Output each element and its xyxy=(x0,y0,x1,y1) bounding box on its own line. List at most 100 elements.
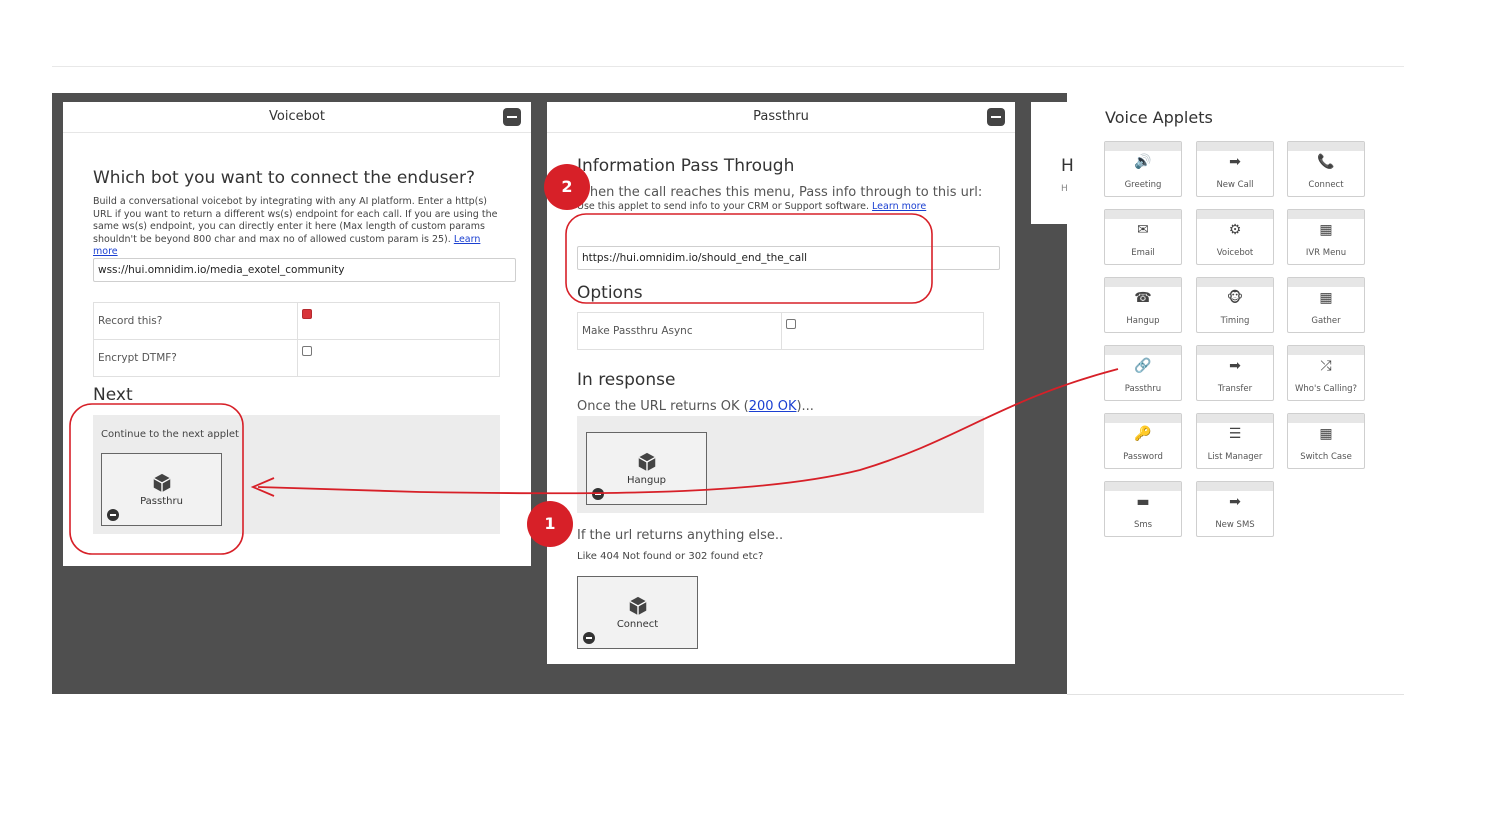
applet-label: IVR Menu xyxy=(1305,248,1347,258)
applet-label: Hangup xyxy=(1126,316,1160,326)
option-cell xyxy=(297,339,500,377)
ok-dropzone[interactable]: Hangup xyxy=(577,416,984,513)
applet-label: Email xyxy=(1131,248,1155,258)
panel-title: Voicebot xyxy=(269,109,325,124)
passthru-options-table: Make Passthru Async xyxy=(577,312,984,350)
minimize-icon[interactable] xyxy=(503,108,521,126)
next-dropzone[interactable]: Continue to the next applet Passthru xyxy=(93,415,500,534)
tile-strip xyxy=(1105,278,1181,287)
applet-label: New SMS xyxy=(1215,520,1255,530)
grid-icon: ▦ xyxy=(1319,426,1333,442)
cube-icon xyxy=(628,596,647,616)
passthru-url-input[interactable]: https://hui.omnidim.io/should_end_the_ca… xyxy=(577,246,1000,270)
applet-tile-email[interactable]: ✉ Email xyxy=(1104,209,1182,265)
cube-icon xyxy=(637,452,656,472)
record-checkbox[interactable] xyxy=(302,309,312,319)
applet-tile-new-sms[interactable]: ➡ New SMS xyxy=(1196,481,1274,537)
else-sub: Like 404 Not found or 302 found etc? xyxy=(577,551,764,562)
bot-options-table: Record this? Encrypt DTMF? xyxy=(93,302,500,377)
applet-label: Sms xyxy=(1133,520,1153,530)
applet-tile-gather[interactable]: ▦ Gather xyxy=(1287,277,1365,333)
else-applet-box[interactable]: Connect xyxy=(577,576,698,649)
step-badge-2: 2 xyxy=(544,164,590,210)
applet-label: Gather xyxy=(1311,316,1341,326)
panel-header: Voicebot xyxy=(63,102,531,133)
else-heading: If the url returns anything else.. xyxy=(577,528,784,543)
applet-tile-ivr-menu[interactable]: ▦ IVR Menu xyxy=(1287,209,1365,265)
applet-tile-transfer[interactable]: ➡ Transfer xyxy=(1196,345,1274,401)
option-row: Make Passthru Async xyxy=(577,312,984,350)
applet-tile-switch-case[interactable]: ▦ Switch Case xyxy=(1287,413,1365,469)
async-checkbox[interactable] xyxy=(786,319,796,329)
peek-letter: H xyxy=(1061,156,1074,176)
tile-strip xyxy=(1105,482,1181,491)
grid-icon: ▦ xyxy=(1319,290,1333,306)
learn-more-link[interactable]: Learn more xyxy=(872,201,926,212)
grid-icon: ▦ xyxy=(1319,222,1333,238)
applet-tile-list-manager[interactable]: ☰ List Manager xyxy=(1196,413,1274,469)
else-applet-label: Connect xyxy=(616,619,659,630)
option-cell xyxy=(781,312,984,350)
bot-description: Build a conversational voicebot by integ… xyxy=(93,196,498,257)
bot-url-input[interactable]: wss://hui.omnidim.io/media_exotel_commun… xyxy=(93,258,516,282)
panel-header: Passthru xyxy=(547,102,1015,133)
applet-label: List Manager xyxy=(1207,452,1263,462)
tile-strip xyxy=(1288,142,1364,151)
branch-icon: ⤮ xyxy=(1320,358,1332,374)
applet-tile-password[interactable]: 🔑 Password xyxy=(1104,413,1182,469)
applet-label: Password xyxy=(1123,452,1163,462)
bottom-divider xyxy=(1067,694,1404,695)
option-cell xyxy=(297,302,500,340)
applet-tile-new-call[interactable]: ➡ New Call xyxy=(1196,141,1274,197)
option-label: Encrypt DTMF? xyxy=(93,339,298,377)
applet-label: Transfer xyxy=(1217,384,1253,394)
ok-applet-box[interactable]: Hangup xyxy=(586,432,707,505)
step-badge-1: 1 xyxy=(527,501,573,547)
section-title: Information Pass Through xyxy=(577,156,795,176)
tile-strip xyxy=(1288,346,1364,355)
minimize-icon[interactable] xyxy=(987,108,1005,126)
info-sub: Use this applet to send info to your CRM… xyxy=(577,201,927,212)
cube-icon xyxy=(152,473,171,493)
speaker-icon: 🔊 xyxy=(1134,154,1152,170)
peek-panel: H H xyxy=(1031,102,1074,224)
tile-strip xyxy=(1197,210,1273,219)
applet-tile-who-s-calling[interactable]: ⤮ Who's Calling? xyxy=(1287,345,1365,401)
applet-tile-hangup[interactable]: ☎ Hangup xyxy=(1104,277,1182,333)
applet-tile-sms[interactable]: ▬ Sms xyxy=(1104,481,1182,537)
key-icon: 🔑 xyxy=(1134,426,1152,442)
option-row: Record this? xyxy=(93,302,500,340)
tile-strip xyxy=(1197,414,1273,423)
200-ok-link[interactable]: 200 OK xyxy=(749,399,797,414)
arrow-right-icon: ➡ xyxy=(1229,154,1241,170)
applet-tile-timing[interactable]: 🐵 Timing xyxy=(1196,277,1274,333)
tile-strip xyxy=(1197,346,1273,355)
tile-strip xyxy=(1197,482,1273,491)
applet-tile-greeting[interactable]: 🔊 Greeting xyxy=(1104,141,1182,197)
encrypt-dtmf-checkbox[interactable] xyxy=(302,346,312,356)
applet-tile-connect[interactable]: 📞 Connect xyxy=(1287,141,1365,197)
applet-tile-voicebot[interactable]: ⚙ Voicebot xyxy=(1196,209,1274,265)
arrow-right-icon: ➡ xyxy=(1229,494,1241,510)
voice-applets-title: Voice Applets xyxy=(1105,108,1213,127)
applet-tile-passthru[interactable]: 🔗 Passthru xyxy=(1104,345,1182,401)
option-label: Record this? xyxy=(93,302,298,340)
continue-text: Continue to the next applet xyxy=(101,429,239,440)
robot-icon: ⚙ xyxy=(1228,222,1242,238)
next-applet-box[interactable]: Passthru xyxy=(101,453,222,526)
envelope-icon: ✉ xyxy=(1137,222,1149,238)
applet-label: Timing xyxy=(1220,316,1250,326)
tile-strip xyxy=(1105,142,1181,151)
tile-strip xyxy=(1105,346,1181,355)
applet-label: Switch Case xyxy=(1300,452,1352,462)
tile-strip xyxy=(1105,414,1181,423)
hangup-icon: ☎ xyxy=(1134,290,1152,306)
next-applet-label: Passthru xyxy=(140,496,183,507)
options-heading: Options xyxy=(577,283,643,303)
remove-icon[interactable] xyxy=(107,509,119,521)
remove-icon[interactable] xyxy=(592,488,604,500)
list-icon: ☰ xyxy=(1228,426,1242,442)
arrow-right-icon: ➡ xyxy=(1229,358,1241,374)
tile-strip xyxy=(1197,142,1273,151)
remove-icon[interactable] xyxy=(583,632,595,644)
